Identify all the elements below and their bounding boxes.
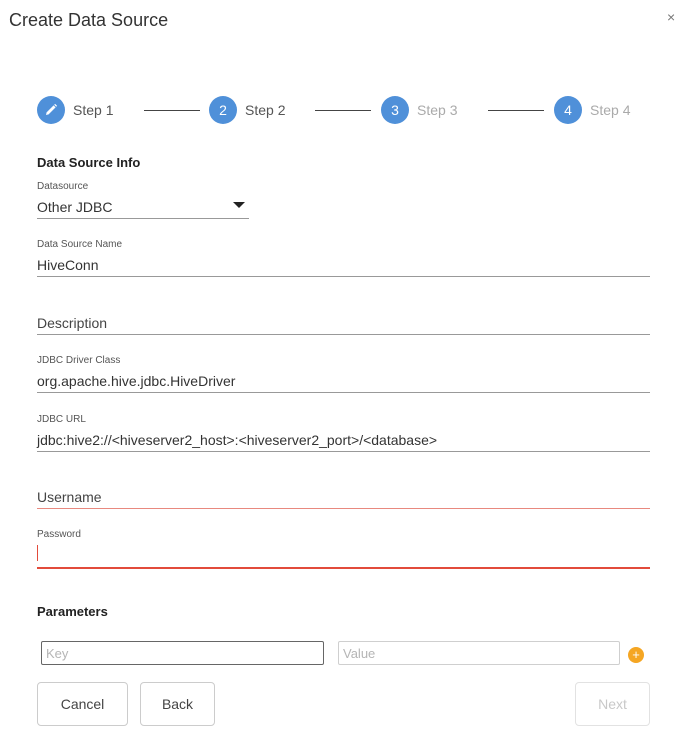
step-connector	[315, 110, 371, 111]
username-field[interactable]: Username	[37, 488, 650, 512]
jdbc-url-label: JDBC URL	[37, 414, 86, 425]
jdbc-driver-class-field[interactable]: JDBC Driver Class org.apache.hive.jdbc.H…	[37, 354, 650, 394]
password-field[interactable]: Password	[37, 528, 650, 572]
pencil-icon	[37, 96, 65, 124]
jdbc-driver-class-label: JDBC Driver Class	[37, 355, 121, 366]
step-2-badge: 2	[209, 96, 237, 124]
back-button[interactable]: Back	[140, 682, 215, 726]
field-underline	[37, 392, 650, 393]
step-4-badge: 4	[554, 96, 582, 124]
step-3-badge: 3	[381, 96, 409, 124]
password-label: Password	[37, 529, 81, 540]
datasource-select[interactable]: Datasource Other JDBC	[37, 180, 249, 220]
data-source-name-field[interactable]: Data Source Name HiveConn	[37, 238, 650, 278]
cancel-button[interactable]: Cancel	[37, 682, 128, 726]
field-underline	[37, 276, 650, 277]
step-connector	[488, 110, 544, 111]
parameters-title: Parameters	[37, 604, 108, 619]
step-4: 4 Step 4	[554, 95, 630, 125]
step-1-label: Step 1	[73, 102, 114, 118]
text-caret	[37, 545, 38, 561]
password-value	[37, 546, 650, 564]
datasource-value: Other JDBC	[37, 199, 113, 215]
stepper: Step 1 2 Step 2 3 Step 3 4 Step 4	[37, 95, 650, 125]
field-underline	[37, 218, 249, 219]
close-icon[interactable]: ×	[667, 9, 675, 25]
field-underline-error	[37, 567, 650, 569]
dialog-title: Create Data Source	[9, 10, 169, 30]
section-title: Data Source Info	[37, 155, 141, 170]
next-button[interactable]: Next	[575, 682, 650, 726]
field-underline-error	[37, 508, 650, 509]
step-2: 2 Step 2	[209, 95, 285, 125]
step-1: Step 1	[37, 95, 113, 125]
field-underline	[37, 334, 650, 335]
step-connector	[144, 110, 200, 111]
data-source-name-label: Data Source Name	[37, 239, 123, 250]
description-placeholder: Description	[37, 315, 108, 331]
description-field[interactable]: Description	[37, 314, 650, 338]
chevron-down-icon	[233, 202, 245, 208]
step-3: 3 Step 3	[381, 95, 457, 125]
parameter-key-input[interactable]	[41, 641, 324, 665]
datasource-label: Datasource	[37, 181, 89, 192]
jdbc-driver-class-value: org.apache.hive.jdbc.HiveDriver	[37, 373, 236, 389]
create-data-source-dialog: Create Data Source × Step 1 2 Step 2 3 S…	[0, 0, 688, 738]
data-source-name-value: HiveConn	[37, 257, 99, 273]
field-underline	[37, 451, 650, 452]
step-4-label: Step 4	[590, 102, 631, 118]
add-parameter-icon[interactable]: +	[628, 647, 644, 663]
jdbc-url-value: jdbc:hive2://<hiveserver2_host>:<hiveser…	[37, 432, 438, 448]
jdbc-url-field[interactable]: JDBC URL jdbc:hive2://<hiveserver2_host>…	[37, 413, 650, 453]
parameter-value-input[interactable]	[338, 641, 620, 665]
username-placeholder: Username	[37, 489, 102, 505]
step-3-label: Step 3	[417, 102, 458, 118]
step-2-label: Step 2	[245, 102, 286, 118]
